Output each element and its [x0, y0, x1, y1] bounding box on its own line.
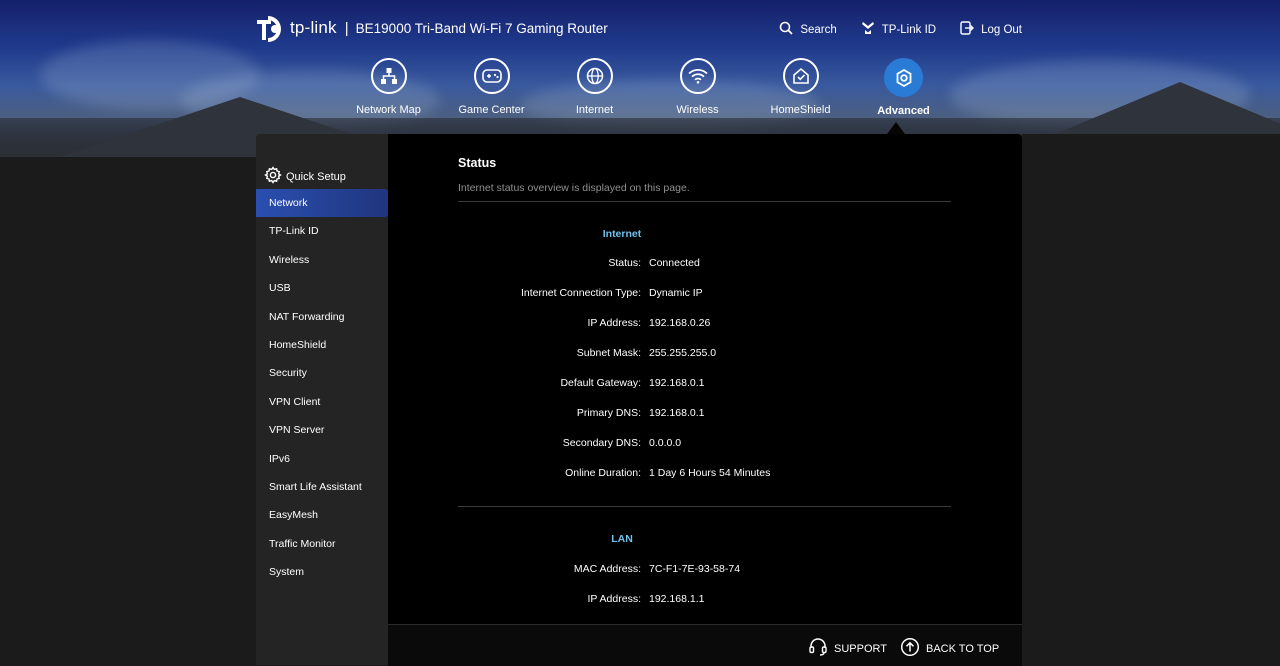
divider: [458, 201, 951, 202]
nav-label: Advanced: [877, 105, 930, 117]
row-label: Default Gateway:: [560, 377, 641, 389]
row-label: MAC Address:: [573, 563, 641, 575]
row-value: 192.168.0.1: [649, 407, 705, 419]
row-label: IP Address:: [587, 593, 641, 605]
sidebar-item-security[interactable]: Security: [256, 359, 388, 387]
row-value: 192.168.0.26: [649, 317, 711, 329]
settings-gear-icon: [264, 166, 282, 187]
nav-advanced[interactable]: Advanced: [852, 58, 955, 117]
sidebar-item-usb[interactable]: USB: [256, 274, 388, 302]
row-value: 192.168.0.1: [649, 377, 705, 389]
page-background: [1022, 134, 1280, 665]
support-link[interactable]: SUPPORT: [808, 637, 887, 660]
row-label: Online Duration:: [565, 467, 641, 479]
nav-label: Wireless: [676, 104, 719, 116]
main-nav: Network Map Game Center Internet Wireles…: [337, 58, 955, 117]
nav-internet[interactable]: Internet: [543, 58, 646, 117]
row-value: Dynamic IP: [649, 287, 703, 299]
internet-section-title: Internet: [602, 228, 642, 240]
nav-network-map[interactable]: Network Map: [337, 58, 440, 117]
nav-homeshield[interactable]: HomeShield: [749, 58, 852, 117]
gear-icon: [884, 58, 923, 97]
page-description: Internet status overview is displayed on…: [458, 182, 690, 194]
brand-logo[interactable]: tp-link | BE19000 Tri-Band Wi-Fi 7 Gamin…: [255, 14, 608, 42]
row-value: 1 Day 6 Hours 54 Minutes: [649, 467, 771, 479]
sidebar-item-wireless[interactable]: Wireless: [256, 246, 388, 274]
network-map-icon: [370, 58, 407, 94]
globe-icon: [576, 58, 613, 94]
mac-address-row: MAC Address: 7C-F1-7E-93-58-74: [388, 563, 1022, 579]
row-value: 7C-F1-7E-93-58-74: [649, 563, 741, 575]
lan-section-title: LAN: [611, 533, 633, 545]
row-label: Subnet Mask:: [576, 347, 641, 359]
homeshield-icon: [782, 58, 819, 94]
default-gateway-row: Default Gateway: 192.168.0.1: [388, 377, 1022, 393]
brand-name: tp-link: [290, 18, 337, 37]
row-value: 192.168.1.1: [649, 593, 705, 605]
nav-label: Network Map: [356, 104, 421, 116]
nav-game-center[interactable]: Game Center: [440, 58, 543, 117]
search-label: Search: [800, 23, 837, 36]
nav-wireless[interactable]: Wireless: [646, 58, 749, 117]
row-value: Connected: [649, 257, 700, 269]
sidebar-item-ipv6[interactable]: IPv6: [256, 445, 388, 473]
logout-icon: [960, 21, 975, 38]
row-label: IP Address:: [587, 317, 641, 329]
back-to-top-label: BACK TO TOP: [926, 642, 1000, 655]
tp-link-id-link[interactable]: TP-Link ID: [861, 21, 936, 38]
lan-ip-address-row: IP Address: 192.168.1.1: [388, 593, 1022, 609]
header-links: Search TP-Link ID Log Out: [779, 21, 1022, 38]
sidebar-item-nat-forwarding[interactable]: NAT Forwarding: [256, 303, 388, 331]
status-row: Status: Connected: [388, 257, 1022, 273]
nav-label: HomeShield: [770, 104, 831, 116]
tp-link-id-label: TP-Link ID: [881, 23, 937, 36]
sidebar-item-easymesh[interactable]: EasyMesh: [256, 501, 388, 529]
tp-link-logo-icon: [255, 14, 287, 42]
sidebar-item-vpn-server[interactable]: VPN Server: [256, 416, 388, 444]
page-title: Status: [458, 156, 497, 170]
headset-icon: [808, 637, 828, 660]
primary-dns-row: Primary DNS: 192.168.0.1: [388, 407, 1022, 423]
search-link[interactable]: Search: [779, 21, 837, 38]
row-label: Status:: [608, 257, 641, 269]
sidebar-item-tp-link-id[interactable]: TP-Link ID: [256, 217, 388, 245]
online-duration-row: Online Duration: 1 Day 6 Hours 54 Minute…: [388, 467, 1022, 483]
secondary-dns-row: Secondary DNS: 0.0.0.0: [388, 437, 1022, 453]
row-label: Primary DNS:: [576, 407, 641, 419]
sidebar-item-network[interactable]: Network: [256, 189, 388, 218]
user-id-icon: [861, 21, 875, 38]
support-label: SUPPORT: [834, 642, 887, 655]
row-value: 0.0.0.0: [649, 437, 682, 449]
search-icon: [779, 21, 793, 38]
subnet-mask-row: Subnet Mask: 255.255.255.0: [388, 347, 1022, 363]
connection-type-row: Internet Connection Type: Dynamic IP: [388, 287, 1022, 303]
quick-setup-label: Quick Setup: [286, 170, 346, 183]
nav-label: Internet: [575, 104, 614, 116]
logout-link[interactable]: Log Out: [960, 21, 1022, 38]
back-to-top-link[interactable]: BACK TO TOP: [900, 637, 999, 660]
nav-label: Game Center: [458, 104, 525, 116]
sidebar-item-smart-life-assistant[interactable]: Smart Life Assistant: [256, 473, 388, 501]
active-nav-pointer: [887, 122, 905, 134]
sidebar-item-vpn-client[interactable]: VPN Client: [256, 388, 388, 416]
logout-label: Log Out: [981, 23, 1022, 36]
sidebar-item-traffic-monitor[interactable]: Traffic Monitor: [256, 530, 388, 558]
status-panel: Status Internet status overview is displ…: [388, 134, 1022, 624]
sidebar-item-system[interactable]: System: [256, 558, 388, 586]
wifi-icon: [679, 58, 716, 94]
quick-setup-link[interactable]: Quick Setup: [264, 166, 346, 187]
row-label: Internet Connection Type:: [520, 287, 641, 299]
footer-bar: SUPPORT BACK TO TOP: [388, 624, 1022, 666]
brand-separator: |: [344, 19, 349, 37]
gamepad-icon: [473, 58, 510, 94]
ip-address-row: IP Address: 192.168.0.26: [388, 317, 1022, 333]
divider: [458, 506, 951, 507]
sidebar-item-homeshield[interactable]: HomeShield: [256, 331, 388, 359]
arrow-up-circle-icon: [900, 637, 920, 660]
sidebar: Quick Setup Network TP-Link ID Wireless …: [256, 134, 388, 665]
row-value: 255.255.255.0: [649, 347, 717, 359]
product-name: BE19000 Tri-Band Wi-Fi 7 Gaming Router: [355, 20, 608, 36]
row-label: Secondary DNS:: [562, 437, 641, 449]
sidebar-menu: Network TP-Link ID Wireless USB NAT Forw…: [256, 189, 388, 586]
